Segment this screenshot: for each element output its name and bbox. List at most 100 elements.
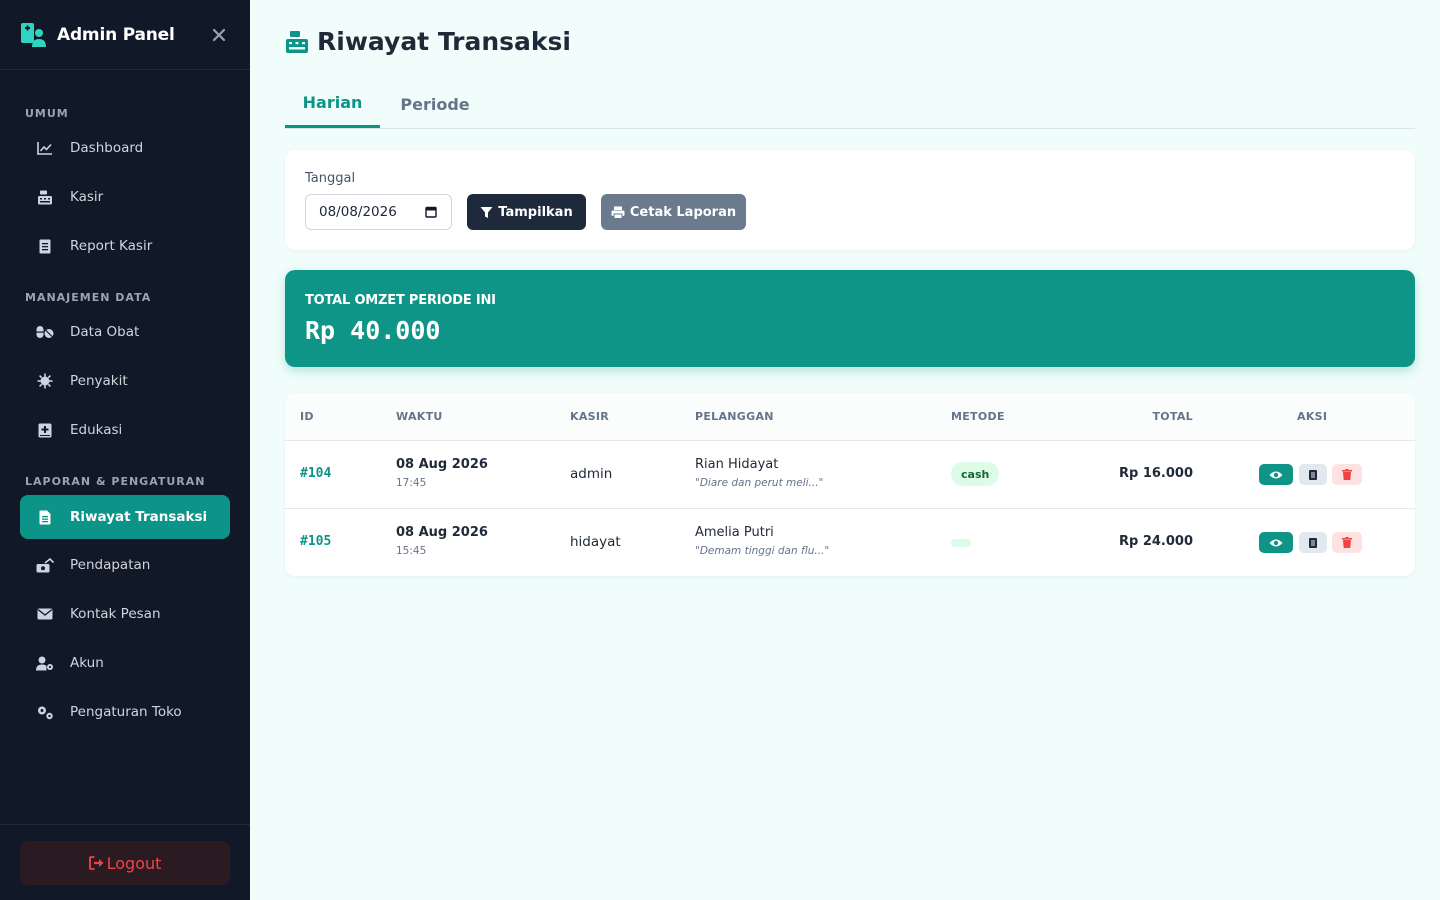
main-content: Riwayat Transaksi Harian Periode Tanggal… (250, 0, 1440, 900)
date-value: 08/08/2026 (319, 204, 397, 220)
book-medical-icon (36, 421, 54, 439)
transaction-total: Rp 24.000 (1118, 534, 1193, 549)
trash-icon (1342, 469, 1352, 480)
receipt-button[interactable] (1299, 464, 1327, 485)
sidebar-item-label: Dashboard (70, 140, 144, 156)
trash-icon (1342, 537, 1352, 548)
tab-harian[interactable]: Harian (285, 80, 380, 128)
calendar-icon[interactable] (425, 206, 437, 218)
sidebar-item-label: Riwayat Transaksi (70, 509, 208, 525)
show-button[interactable]: Tampilkan (467, 194, 586, 230)
view-button[interactable] (1259, 464, 1293, 485)
table-header: ID WAKTU KASIR PELANGGAN METODE TOTAL AK… (285, 393, 1415, 441)
omzet-label: TOTAL OMZET PERIODE INI (305, 293, 496, 308)
sidebar-item-kasir[interactable]: Kasir (20, 175, 230, 219)
print-icon (611, 206, 625, 219)
section-laporan-pengaturan: LAPORAN & PENGATURAN (25, 475, 206, 488)
transactions-table: ID WAKTU KASIR PELANGGAN METODE TOTAL AK… (285, 393, 1415, 576)
virus-icon (36, 372, 54, 390)
sidebar-item-label: Pengaturan Toko (70, 704, 182, 720)
customer-note: "Demam tinggi dan flu..." (695, 545, 830, 557)
header-kasir: KASIR (570, 410, 610, 423)
sidebar-item-label: Edukasi (70, 422, 123, 438)
sidebar-item-report-kasir[interactable]: Report Kasir (20, 224, 230, 268)
pills-icon (36, 323, 54, 341)
date-input[interactable]: 08/08/2026 (305, 194, 452, 230)
sidebar-item-label: Kontak Pesan (70, 606, 161, 622)
sidebar-item-dashboard[interactable]: Dashboard (20, 126, 230, 170)
page-title: Riwayat Transaksi (285, 27, 571, 56)
sidebar-item-pendapatan[interactable]: Pendapatan (20, 543, 230, 587)
sidebar-item-data-obat[interactable]: Data Obat (20, 310, 230, 354)
sidebar-footer: Logout (0, 824, 250, 900)
cash-register-icon (286, 30, 308, 53)
sidebar-item-edukasi[interactable]: Edukasi (20, 408, 230, 452)
cash-register-icon (36, 188, 54, 206)
gears-icon (36, 703, 54, 721)
tab-periode[interactable]: Periode (385, 80, 485, 128)
total-omzet-card: TOTAL OMZET PERIODE INI Rp 40.000 (285, 270, 1415, 367)
pharmacist-icon (21, 22, 46, 47)
transaction-id[interactable]: #105 (300, 534, 331, 549)
sidebar-item-label: Akun (70, 655, 104, 671)
sidebar-item-riwayat-transaksi[interactable]: Riwayat Transaksi (20, 495, 230, 539)
header-id: ID (300, 410, 314, 423)
sidebar-item-akun[interactable]: Akun (20, 641, 230, 685)
transaction-id[interactable]: #104 (300, 466, 331, 481)
transaction-date: 08 Aug 2026 (396, 525, 488, 540)
receipt-icon (1309, 537, 1317, 548)
print-button-label: Cetak Laporan (629, 204, 737, 220)
chart-line-icon (36, 139, 54, 157)
section-manajemen-data: MANAJEMEN DATA (25, 291, 152, 304)
payment-method-badge (951, 539, 971, 547)
header-pelanggan: PELANGGAN (695, 410, 774, 423)
transaction-date: 08 Aug 2026 (396, 457, 488, 472)
sidebar-item-penyakit[interactable]: Penyakit (20, 359, 230, 403)
sidebar-item-pengaturan-toko[interactable]: Pengaturan Toko (20, 690, 230, 734)
logout-button[interactable]: Logout (20, 841, 230, 885)
header-total: TOTAL (1152, 410, 1193, 423)
filter-card: Tanggal 08/08/2026 Tampilkan Cetak Lapor… (285, 150, 1415, 250)
delete-button[interactable] (1332, 532, 1362, 553)
close-icon (212, 28, 226, 41)
header-metode: METODE (951, 410, 1005, 423)
customer-name: Amelia Putri (695, 525, 774, 540)
payment-method-badge: cash (951, 462, 1000, 486)
sidebar-item-kontak-pesan[interactable]: Kontak Pesan (20, 592, 230, 636)
customer-name: Rian Hidayat (695, 457, 779, 472)
header-aksi: AKSI (1297, 410, 1328, 423)
cashier-name: hidayat (570, 534, 621, 550)
transaction-time: 15:45 (396, 545, 427, 557)
receipt-icon (1309, 469, 1317, 480)
transaction-time: 17:45 (396, 477, 427, 489)
close-sidebar-button[interactable] (208, 24, 230, 46)
envelope-icon (36, 605, 54, 623)
view-button[interactable] (1259, 532, 1293, 553)
eye-icon (1269, 471, 1283, 478)
table-row: #104 08 Aug 2026 17:45 admin Rian Hidaya… (285, 441, 1415, 509)
logout-label: Logout (106, 853, 162, 873)
eye-icon (1269, 539, 1283, 546)
page-title-text: Riwayat Transaksi (317, 27, 571, 56)
sidebar-item-label: Penyakit (70, 373, 128, 389)
file-lines-icon (36, 508, 54, 526)
date-label: Tanggal (305, 171, 356, 186)
transaction-total: Rp 16.000 (1118, 466, 1193, 481)
receipt-button[interactable] (1299, 532, 1327, 553)
section-umum: UMUM (25, 107, 69, 120)
sidebar-item-label: Report Kasir (70, 238, 153, 254)
delete-button[interactable] (1332, 464, 1362, 485)
show-button-label: Tampilkan (498, 204, 573, 220)
customer-note: "Diare dan perut meli..." (695, 477, 824, 489)
file-invoice-icon (36, 237, 54, 255)
logout-icon (88, 856, 104, 870)
user-gear-icon (36, 654, 54, 672)
print-report-button[interactable]: Cetak Laporan (601, 194, 746, 230)
sidebar: Admin Panel UMUM Dashboard Kasir Report … (0, 0, 250, 900)
table-row: #105 08 Aug 2026 15:45 hidayat Amelia Pu… (285, 509, 1415, 576)
view-tabs: Harian Periode (285, 80, 1415, 129)
sidebar-item-label: Kasir (70, 189, 104, 205)
sack-dollar-icon (36, 556, 54, 574)
brand-title: Admin Panel (57, 24, 175, 45)
sidebar-item-label: Data Obat (70, 324, 140, 340)
